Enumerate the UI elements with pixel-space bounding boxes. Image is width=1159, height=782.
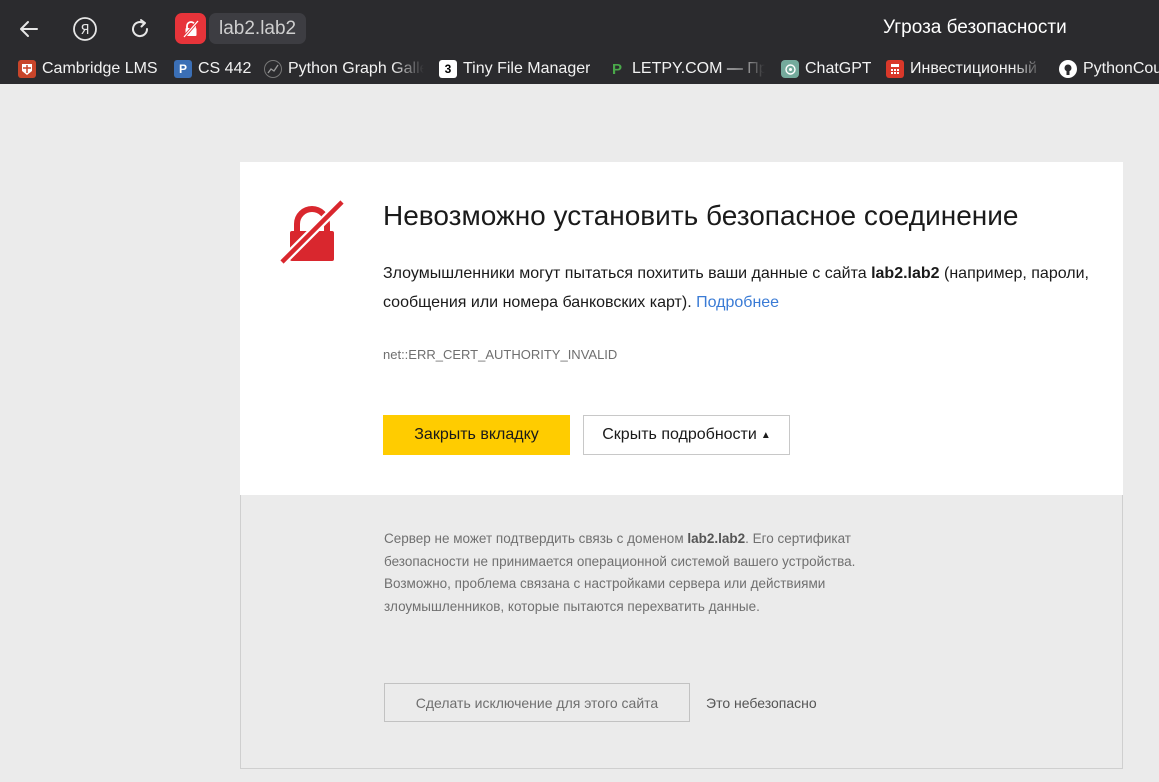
more-info-link[interactable]: Подробнее bbox=[696, 294, 779, 311]
add-exception-label: Сделать исключение для этого сайта bbox=[415, 694, 659, 711]
bookmark-python-course[interactable]: PythonCourse bbox=[1059, 56, 1159, 82]
bookmarks-bar: Cambridge LMS P CS 442 Python Graph Gall… bbox=[0, 56, 1159, 84]
error-heading: Невозможно установить безопасное соедине… bbox=[383, 200, 1019, 231]
desc-host: lab2.lab2 bbox=[871, 265, 940, 282]
back-button[interactable] bbox=[12, 12, 46, 46]
bookmark-label: LETPY.COM — Программирование bbox=[632, 60, 765, 77]
bookmark-label: PythonCourse bbox=[1083, 60, 1159, 77]
letpy-icon: P bbox=[611, 60, 622, 78]
close-tab-button[interactable]: Закрыть вкладку bbox=[383, 415, 570, 455]
address-text: lab2.lab2 bbox=[219, 17, 297, 39]
bookmark-tiny-file-manager[interactable]: 3 Tiny File Manager bbox=[439, 56, 594, 82]
bookmark-label: ChatGPT bbox=[805, 60, 871, 77]
yandex-logo-icon: Я bbox=[73, 17, 97, 41]
bookmark-label: Tiny File Manager bbox=[463, 60, 591, 77]
bookmark-python-graph-gallery[interactable]: Python Graph Gallery bbox=[264, 56, 424, 82]
address-bar[interactable]: lab2.lab2 bbox=[209, 13, 307, 44]
reload-button[interactable] bbox=[123, 12, 157, 46]
github-icon bbox=[1059, 60, 1077, 78]
bookmark-label: CS 442 bbox=[198, 60, 252, 77]
bookmark-label: Cambridge LMS bbox=[42, 60, 158, 77]
yandex-home-button[interactable]: Я bbox=[68, 12, 102, 46]
details-text-part: Сервер не может подтвердить связь с доме… bbox=[384, 531, 688, 546]
close-tab-label: Закрыть вкладку bbox=[414, 426, 539, 443]
tfm-icon: 3 bbox=[439, 60, 457, 78]
error-description: Злоумышленники могут пытаться похитить в… bbox=[383, 259, 1103, 317]
bookmark-letpy[interactable]: P LETPY.COM — Программирование bbox=[608, 56, 765, 82]
bookmark-cs-442[interactable]: P CS 442 bbox=[174, 56, 254, 82]
bookmark-label: Инвестиционный bbox=[910, 60, 1037, 77]
details-host: lab2.lab2 bbox=[687, 531, 746, 546]
bookmark-chatgpt[interactable]: ChatGPT bbox=[781, 56, 871, 82]
bookmark-label: Python Graph Gallery bbox=[288, 60, 424, 77]
graph-gallery-icon bbox=[264, 60, 282, 78]
security-warning-card: Невозможно установить безопасное соедине… bbox=[240, 162, 1123, 495]
caret-up-icon: ▲ bbox=[760, 429, 771, 441]
error-code: net::ERR_CERT_AUTHORITY_INVALID bbox=[383, 347, 618, 362]
svg-text:Я: Я bbox=[80, 23, 89, 38]
desc-text: Злоумышленники могут пытаться похитить в… bbox=[383, 265, 872, 282]
chatgpt-icon bbox=[781, 60, 799, 78]
calculator-icon bbox=[886, 60, 904, 78]
broken-lock-icon bbox=[280, 200, 344, 264]
bookmark-cambridge-lms[interactable]: Cambridge LMS bbox=[18, 56, 163, 82]
unsafe-label: Это небезопасно bbox=[706, 695, 817, 711]
cambridge-crest-icon bbox=[18, 60, 36, 78]
bookmark-investment[interactable]: Инвестиционный bbox=[886, 56, 1044, 82]
page-title: Угроза безопасности bbox=[883, 17, 1067, 38]
browser-toolbar: Я lab2.lab2 Угроза безопасности bbox=[0, 0, 1159, 56]
connection-warning-button[interactable] bbox=[175, 13, 206, 44]
details-text: Сервер не может подтвердить связь с доме… bbox=[384, 528, 914, 619]
reload-icon bbox=[132, 19, 149, 38]
hide-details-button[interactable]: Скрыть подробности ▲ bbox=[583, 415, 790, 455]
details-panel: Сервер не может подтвердить связь с доме… bbox=[240, 495, 1123, 769]
add-exception-button[interactable]: Сделать исключение для этого сайта bbox=[384, 683, 690, 722]
hide-details-label: Скрыть подробности bbox=[602, 426, 757, 443]
prairielearn-icon: P bbox=[174, 60, 192, 78]
broken-lock-icon bbox=[182, 19, 199, 38]
arrow-left-icon bbox=[20, 21, 38, 37]
